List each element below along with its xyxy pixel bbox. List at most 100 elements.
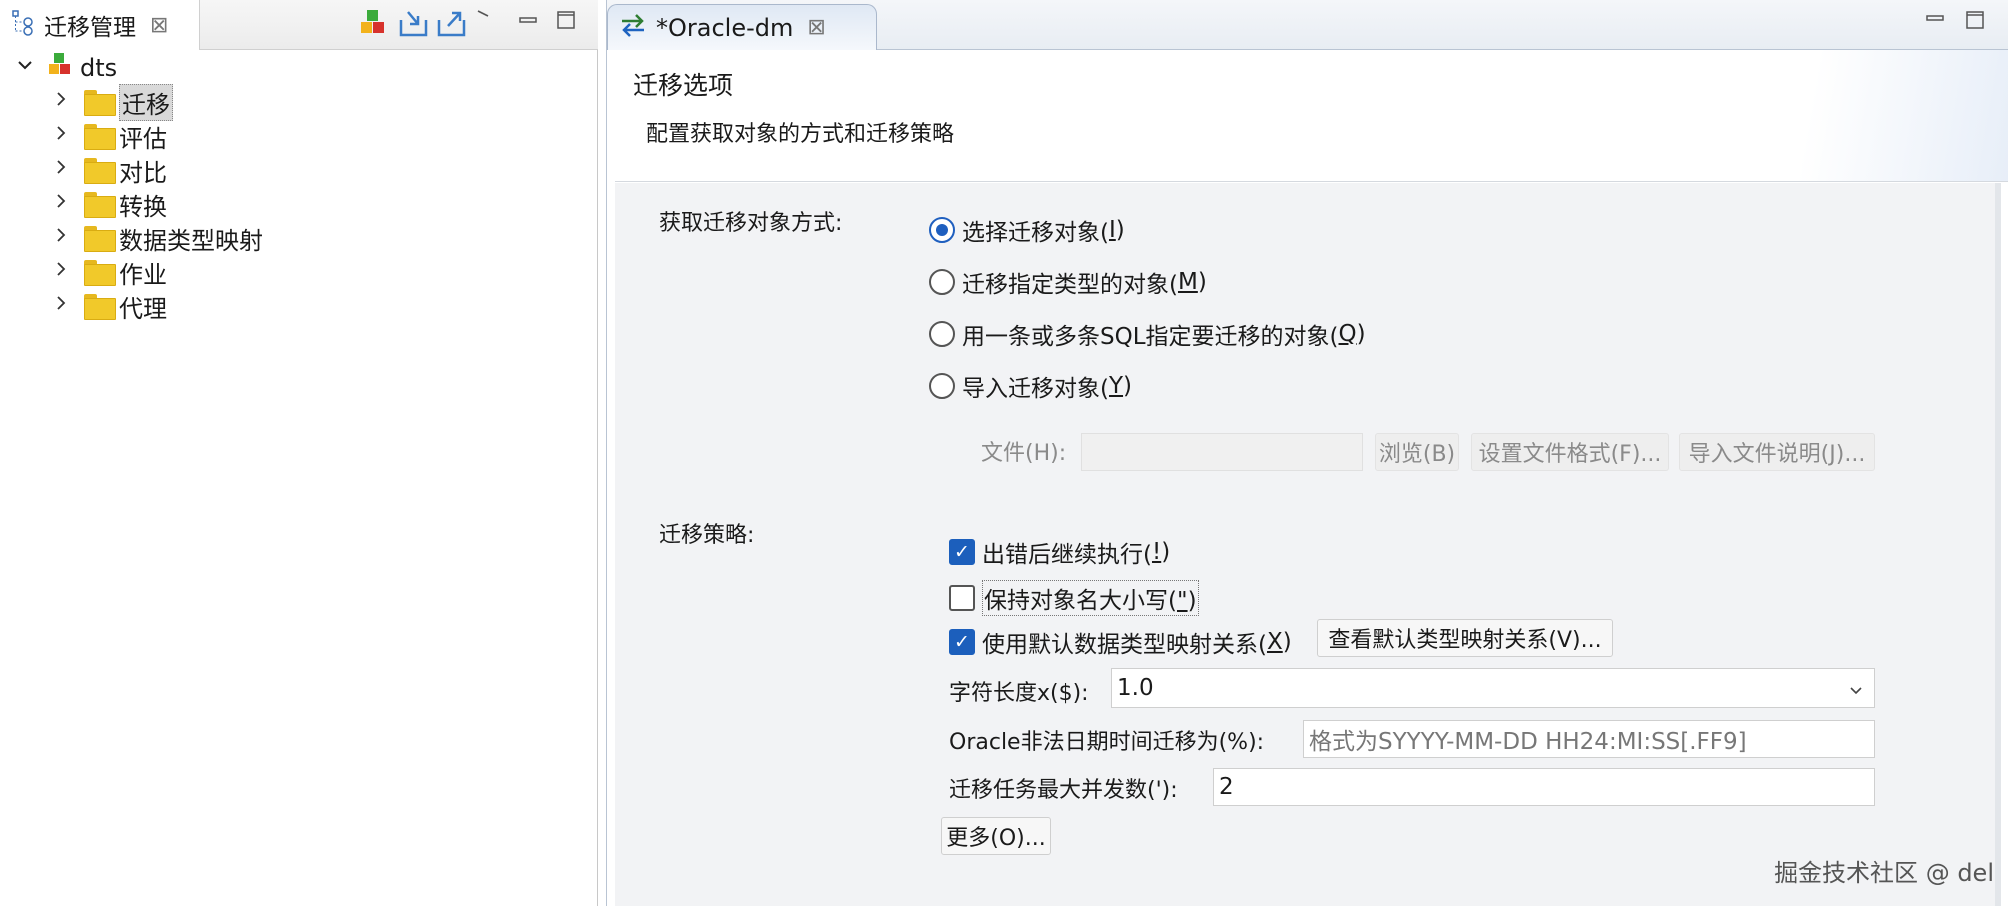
tree-item-convert[interactable]: 转换: [50, 188, 167, 221]
checkbox-default-mapping[interactable]: ✓ 使用默认数据类型映射关系(X): [949, 625, 1292, 659]
tree-item-assessment[interactable]: 评估: [50, 120, 167, 153]
checkbox[interactable]: [949, 585, 975, 611]
view-menu-icon[interactable]: [476, 8, 492, 27]
database-cubes-icon: [46, 51, 74, 85]
chevron-right-icon[interactable]: [50, 293, 72, 319]
tree-item-label: 迁移: [119, 83, 173, 121]
folder-icon: [84, 90, 116, 116]
swap-arrows-icon: [618, 12, 648, 44]
checkbox-label: 使用默认数据类型映射关系(: [982, 632, 1267, 658]
radio-label: 用一条或多条SQL指定要迁移的对象(: [962, 324, 1339, 350]
radio-label-suffix: ): [1197, 269, 1207, 295]
checkbox-label-suffix: ): [1187, 588, 1197, 614]
radio-label-suffix: ): [1356, 321, 1366, 347]
tree-item-label: 对比: [119, 158, 167, 187]
mnemonic: ": [1176, 588, 1188, 614]
chevron-down-icon[interactable]: [1848, 678, 1864, 704]
tree-item-label: 代理: [119, 294, 167, 323]
radio-button[interactable]: [929, 321, 955, 347]
tree-item-compare[interactable]: 对比: [50, 154, 167, 187]
mnemonic: X: [1266, 629, 1283, 655]
database-cubes-icon[interactable]: [358, 8, 388, 42]
tree-item-jobs[interactable]: 作业: [50, 256, 167, 289]
mnemonic: Y: [1108, 373, 1124, 399]
max-concurrency-label: 迁移任务最大并发数('):: [949, 778, 1178, 803]
radio-label-suffix: ): [1123, 373, 1133, 399]
more-button[interactable]: 更多(O)...: [941, 817, 1051, 855]
chevron-right-icon[interactable]: [50, 225, 72, 251]
radio-label: 迁移指定类型的对象(: [962, 272, 1178, 298]
checkbox-label-suffix: ): [1161, 539, 1171, 565]
left-toolbar: [358, 8, 492, 42]
illegal-date-input[interactable]: 格式为SYYYY-MM-DD HH24:MI:SS[.FF9]: [1303, 720, 1875, 758]
radio-import-objects[interactable]: 导入迁移对象(Y): [929, 369, 1132, 403]
file-path-input[interactable]: [1081, 433, 1363, 471]
scrollbar[interactable]: [1995, 183, 2001, 906]
strategy-label: 迁移策略:: [659, 523, 755, 548]
tab-oracle-dm[interactable]: *Oracle-dm ⊠: [607, 4, 877, 50]
mnemonic: I: [1108, 217, 1116, 243]
folder-icon: [84, 294, 116, 320]
checkbox-continue-on-error[interactable]: ✓ 出错后继续执行(!): [949, 535, 1170, 569]
illegal-date-label: Oracle非法日期时间迁移为(%):: [949, 730, 1265, 755]
maximize-icon[interactable]: [556, 10, 578, 30]
tree-root-label: dts: [80, 54, 118, 82]
chevron-right-icon[interactable]: [50, 157, 72, 183]
radio-sql-objects[interactable]: 用一条或多条SQL指定要迁移的对象(Q): [929, 317, 1366, 351]
page-title: 迁移选项: [633, 71, 734, 100]
tree-item-label: 评估: [119, 124, 167, 153]
radio-button[interactable]: [929, 217, 955, 243]
checkbox-label: 保持对象名大小写(: [984, 588, 1177, 614]
minimize-icon[interactable]: [518, 10, 540, 30]
tree-item-label: 转换: [119, 192, 167, 221]
checkbox-label-suffix: ): [1282, 629, 1292, 655]
view-default-mapping-button[interactable]: 查看默认类型映射关系(V)...: [1317, 619, 1613, 657]
checkbox-label: 出错后继续执行(: [982, 542, 1152, 568]
import-icon[interactable]: [398, 8, 430, 42]
max-concurrency-input[interactable]: 2: [1213, 768, 1875, 806]
chevron-right-icon[interactable]: [50, 89, 72, 115]
folder-icon: [84, 192, 116, 218]
tree-item-datatype-mapping[interactable]: 数据类型映射: [50, 222, 263, 255]
minimize-icon[interactable]: [1925, 8, 1947, 28]
file-format-button[interactable]: 设置文件格式(F)...: [1471, 433, 1669, 471]
editor-panel: *Oracle-dm ⊠ 迁移选项 配置获取对象的方式和迁移策略 获取迁移对象方…: [606, 0, 2008, 906]
acquire-method-label: 获取迁移对象方式:: [659, 211, 843, 236]
char-length-select[interactable]: 1.0: [1111, 668, 1875, 708]
browse-button[interactable]: 浏览(B): [1375, 433, 1459, 471]
radio-button[interactable]: [929, 269, 955, 295]
mnemonic: M: [1177, 269, 1198, 295]
tree-view-icon: [10, 8, 38, 42]
radio-button[interactable]: [929, 373, 955, 399]
chevron-down-icon[interactable]: [14, 55, 36, 81]
checkbox[interactable]: ✓: [949, 539, 975, 565]
radio-label: 导入迁移对象(: [962, 376, 1109, 402]
export-icon[interactable]: [436, 8, 468, 42]
checkbox-keep-case[interactable]: 保持对象名大小写("): [949, 580, 1199, 616]
tab-title: *Oracle-dm: [656, 13, 794, 42]
migration-manager-panel: 迁移管理 ⊠ dts 迁移 评估 对比 转换 数据类型映射 作业 代理: [0, 0, 598, 906]
tree-root[interactable]: dts: [14, 52, 117, 84]
folder-icon: [84, 226, 116, 252]
tree-item-migration[interactable]: 迁移: [50, 83, 173, 121]
char-length-label: 字符长度x($):: [949, 681, 1089, 706]
maximize-icon[interactable]: [1965, 10, 1987, 30]
radio-specified-types[interactable]: 迁移指定类型的对象(M): [929, 265, 1207, 299]
radio-select-objects[interactable]: 选择迁移对象(I): [929, 213, 1125, 247]
tree-item-label: 数据类型映射: [119, 226, 263, 255]
close-icon[interactable]: ⊠: [807, 15, 825, 40]
import-description-button[interactable]: 导入文件说明(J)...: [1679, 433, 1875, 471]
close-icon[interactable]: ⊠: [150, 13, 168, 38]
wizard-header: 迁移选项 配置获取对象的方式和迁移策略: [615, 50, 2008, 182]
tree-item-label: 作业: [119, 260, 167, 289]
mnemonic: Q: [1338, 321, 1357, 347]
file-label: 文件(H):: [981, 441, 1067, 466]
chevron-right-icon[interactable]: [50, 259, 72, 285]
folder-icon: [84, 260, 116, 286]
checkbox[interactable]: ✓: [949, 629, 975, 655]
tree-item-agents[interactable]: 代理: [50, 290, 167, 323]
tab-migration-manager[interactable]: 迁移管理 ⊠: [0, 0, 200, 50]
folder-icon: [84, 158, 116, 184]
chevron-right-icon[interactable]: [50, 123, 72, 149]
chevron-right-icon[interactable]: [50, 191, 72, 217]
